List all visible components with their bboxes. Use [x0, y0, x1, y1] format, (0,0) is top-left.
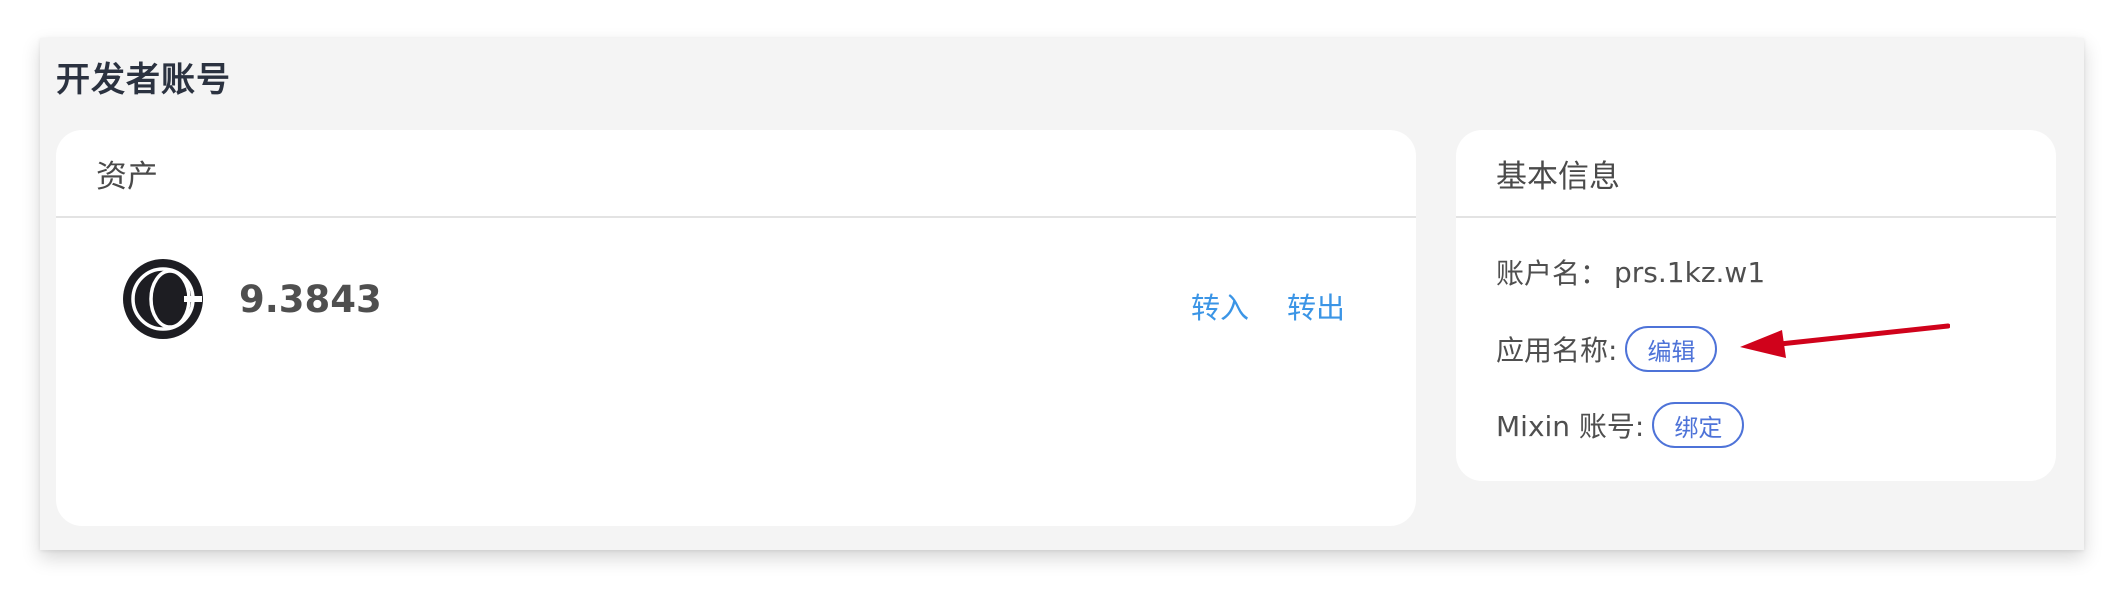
asset-row: 9.3843 转入 转出	[56, 218, 1416, 388]
developer-account-panel: 开发者账号 资产 9.3843 转入 转出 基本信息 账户名： prs.1kz.…	[40, 38, 2084, 550]
asset-amount: 9.3843	[239, 278, 382, 321]
red-arrow-icon	[1740, 323, 1950, 358]
basic-info-header: 基本信息	[1456, 130, 2056, 218]
bind-mixin-button[interactable]: 绑定	[1652, 402, 1745, 448]
edit-app-name-button[interactable]: 编辑	[1625, 326, 1718, 372]
page-title: 开发者账号	[56, 60, 231, 100]
app-name-label: 应用名称:	[1496, 334, 1618, 367]
assets-card: 资产 9.3843 转入 转出	[56, 130, 1416, 526]
assets-card-header: 资产	[56, 130, 1416, 218]
account-name-row: 账户名： prs.1kz.w1	[1496, 248, 1765, 296]
basic-info-card: 基本信息 账户名： prs.1kz.w1 应用名称: 编辑 Mixin 账号: …	[1456, 130, 2056, 481]
mixin-account-row: Mixin 账号: 绑定	[1496, 401, 1745, 449]
withdraw-link[interactable]: 转出	[1287, 285, 1345, 327]
mixin-account-label: Mixin 账号:	[1496, 410, 1645, 443]
deposit-link[interactable]: 转入	[1191, 285, 1249, 327]
account-name-label: 账户名：	[1496, 257, 1609, 290]
prs-coin-icon	[123, 259, 203, 339]
account-name-value: prs.1kz.w1	[1614, 255, 1766, 289]
app-name-row: 应用名称: 编辑	[1496, 325, 1718, 373]
